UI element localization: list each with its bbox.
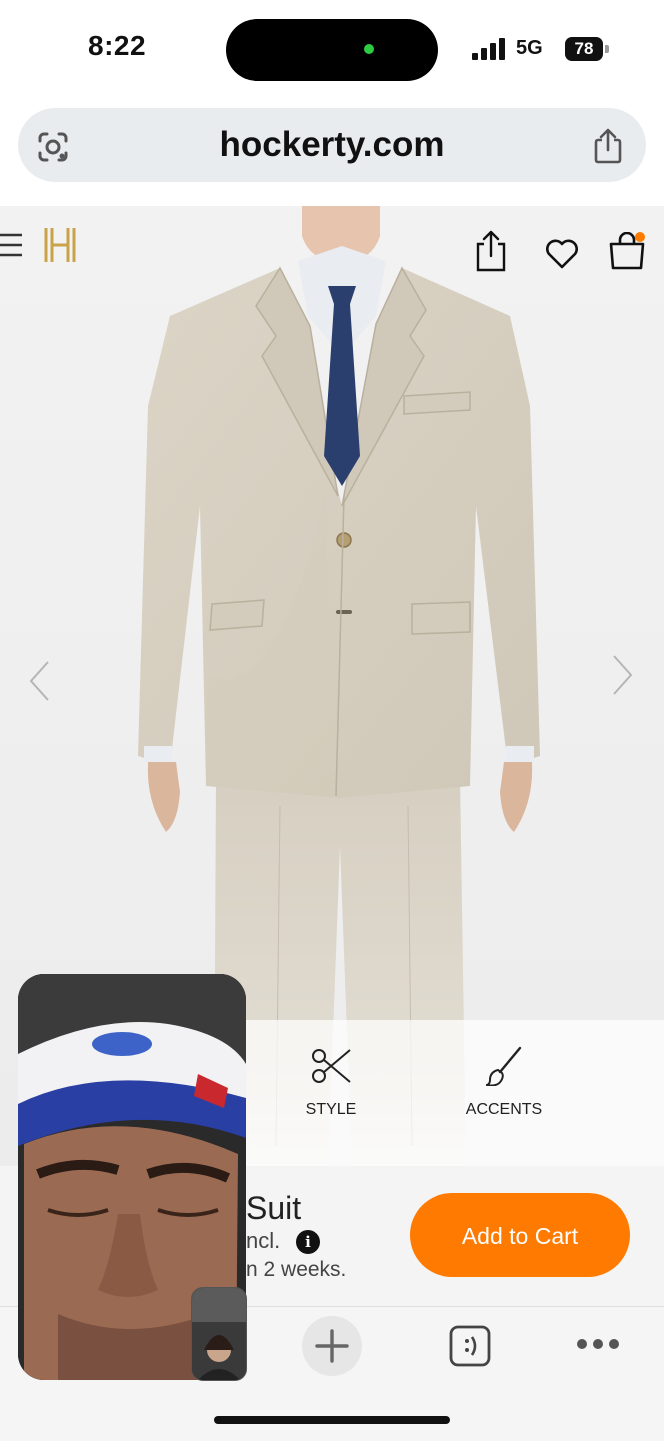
status-time: 8:22 bbox=[88, 30, 147, 61]
info-icon[interactable]: i bbox=[296, 1230, 320, 1254]
cart-badge-dot bbox=[635, 232, 645, 242]
chevron-right-icon[interactable] bbox=[610, 654, 634, 696]
chevron-left-icon[interactable] bbox=[28, 660, 52, 702]
dynamic-island bbox=[226, 19, 438, 81]
share-icon[interactable] bbox=[592, 128, 624, 164]
signal-icon bbox=[472, 38, 505, 60]
more-icon[interactable] bbox=[576, 1337, 620, 1351]
hamburger-icon[interactable] bbox=[0, 232, 24, 258]
network-type: 5G bbox=[516, 37, 543, 59]
battery-level: 78 bbox=[565, 37, 603, 61]
customize-bar bbox=[246, 1020, 664, 1166]
self-view-thumbnail[interactable] bbox=[191, 1287, 247, 1381]
plus-icon[interactable] bbox=[313, 1327, 351, 1365]
scissors-icon[interactable] bbox=[310, 1046, 352, 1086]
add-to-cart-button[interactable]: Add to Cart bbox=[410, 1193, 630, 1277]
camera-indicator-dot bbox=[364, 44, 374, 54]
delivery-note: n 2 weeks. bbox=[246, 1258, 347, 1281]
accents-option-label[interactable]: ACCENTS bbox=[452, 1101, 556, 1119]
address-bar[interactable] bbox=[18, 108, 646, 182]
heart-icon[interactable] bbox=[544, 236, 580, 270]
google-lens-icon[interactable] bbox=[36, 130, 70, 164]
price-note: ncl. bbox=[246, 1228, 281, 1253]
battery-tip bbox=[605, 45, 609, 53]
hockerty-h-logo-icon[interactable] bbox=[42, 226, 78, 264]
share-icon[interactable] bbox=[474, 230, 508, 272]
product-name: Suit bbox=[246, 1190, 302, 1226]
tabs-icon[interactable] bbox=[448, 1324, 492, 1368]
style-option-label[interactable]: STYLE bbox=[290, 1101, 372, 1119]
brush-icon[interactable] bbox=[486, 1046, 524, 1086]
home-indicator bbox=[214, 1416, 450, 1424]
